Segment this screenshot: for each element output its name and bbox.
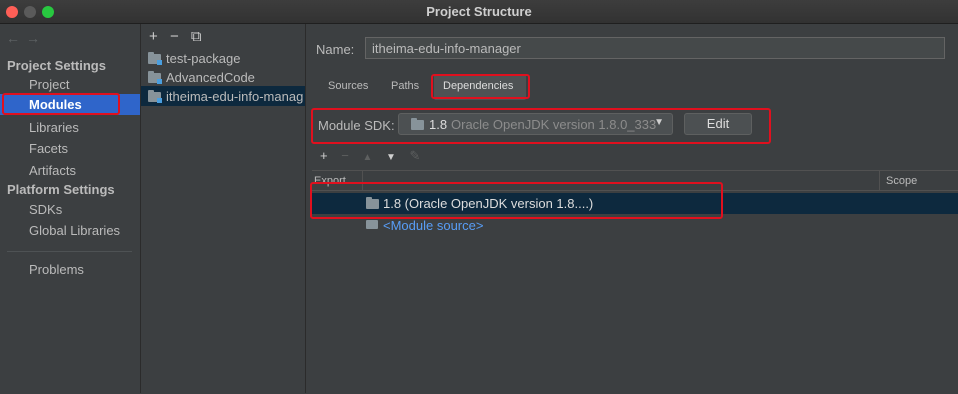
module-sdk-label: Module SDK:	[318, 118, 395, 133]
nav-arrows: ←→	[6, 30, 46, 46]
sdk-folder-icon	[411, 118, 424, 130]
remove-icon[interactable]: −	[341, 148, 349, 163]
chevron-down-icon: ▼	[654, 117, 664, 128]
module-folder-icon	[148, 90, 162, 103]
sidebar-item-artifacts[interactable]: Artifacts	[29, 163, 76, 178]
tab-paths[interactable]: Paths	[391, 80, 419, 92]
sdk-version: 1.8	[429, 117, 448, 132]
module-settings-panel: Name: Sources Paths Dependencies Module …	[306, 24, 958, 394]
sdk-folder-icon	[366, 197, 379, 209]
section-header-platform-settings: Platform Settings	[7, 182, 115, 197]
sidebar-item-project[interactable]: Project	[29, 77, 69, 92]
name-label: Name:	[316, 42, 355, 57]
column-header-scope[interactable]: Scope	[879, 171, 958, 191]
add-icon[interactable]: +	[149, 28, 158, 45]
module-name-field[interactable]	[365, 37, 945, 59]
module-name: itheima-edu-info-manag	[166, 89, 304, 104]
list-item[interactable]: itheima-edu-info-manag	[148, 89, 303, 104]
dependency-toolbar: + − ▲ ▼ ✎	[320, 148, 430, 164]
module-sdk-dropdown[interactable]: 1.8 Oracle OpenJDK version 1.8.0_333 ▼	[398, 113, 673, 135]
module-folder-icon	[148, 52, 162, 65]
tab-dependencies[interactable]: Dependencies	[443, 80, 513, 92]
sidebar-divider	[7, 251, 132, 252]
title-bar: Project Structure	[0, 0, 958, 24]
remove-icon[interactable]: −	[170, 28, 179, 45]
forward-arrow-icon[interactable]: →	[26, 30, 46, 46]
table-row[interactable]: <Module source>	[312, 215, 958, 235]
back-arrow-icon[interactable]: ←	[6, 30, 26, 46]
module-toolbar: + − ⧉	[149, 28, 210, 45]
edit-icon[interactable]: ✎	[410, 148, 421, 163]
module-folder-icon	[148, 71, 162, 84]
sidebar-item-libraries[interactable]: Libraries	[29, 120, 79, 135]
dependencies-table: Export Scope 1.8 (Oracle OpenJDK version…	[312, 170, 958, 394]
sdk-detail: Oracle OpenJDK version 1.8.0_333	[451, 117, 657, 132]
dependency-name: <Module source>	[383, 218, 484, 233]
sidebar-item-problems[interactable]: Problems	[29, 262, 84, 277]
tab-sources[interactable]: Sources	[328, 80, 368, 92]
column-header-export[interactable]: Export	[312, 171, 363, 191]
add-icon[interactable]: +	[320, 148, 328, 163]
edit-sdk-button[interactable]: Edit	[684, 113, 752, 135]
sidebar-item-modules[interactable]: Modules	[0, 94, 140, 115]
module-list: + − ⧉ test-package AdvancedCode itheima-…	[141, 24, 306, 393]
move-up-icon[interactable]: ▲	[362, 152, 372, 163]
table-row[interactable]: 1.8 (Oracle OpenJDK version 1.8....)	[312, 193, 958, 214]
sidebar-item-facets[interactable]: Facets	[29, 141, 68, 156]
window-title: Project Structure	[426, 4, 532, 19]
copy-icon[interactable]: ⧉	[191, 28, 202, 45]
module-name: test-package	[166, 51, 241, 66]
dependency-name: 1.8 (Oracle OpenJDK version 1.8....)	[383, 196, 594, 211]
list-item[interactable]: AdvancedCode	[148, 70, 255, 85]
module-name: AdvancedCode	[166, 70, 255, 85]
sidebar-item-global-libraries[interactable]: Global Libraries	[29, 223, 120, 238]
move-down-icon[interactable]: ▼	[386, 152, 396, 163]
sidebar-item-label: Modules	[29, 97, 82, 112]
list-item[interactable]: test-package	[148, 51, 240, 66]
settings-sidebar: ←→ Project Settings Project Modules Libr…	[0, 24, 141, 393]
sidebar-item-sdks[interactable]: SDKs	[29, 202, 62, 217]
section-header-project-settings: Project Settings	[7, 58, 106, 73]
column-header-name[interactable]	[363, 171, 879, 191]
source-folder-icon	[366, 220, 378, 229]
